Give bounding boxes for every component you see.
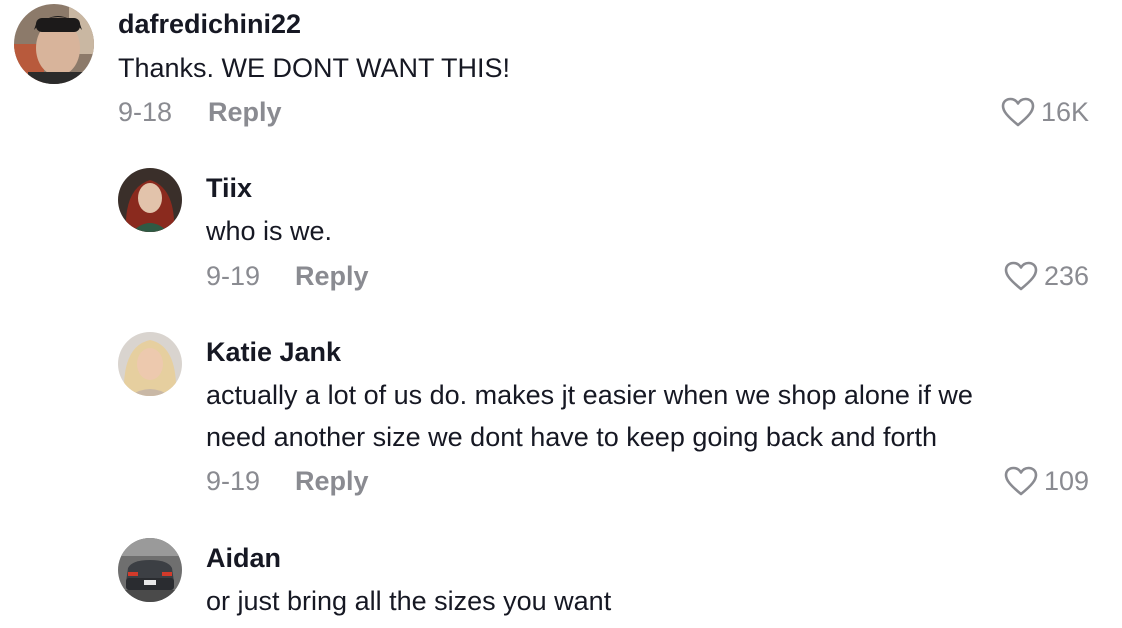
like-button[interactable]: 109: [1004, 465, 1089, 497]
username[interactable]: Aidan: [206, 542, 281, 574]
comment-text: need another size we dont have to keep g…: [206, 422, 938, 452]
username[interactable]: Tiix: [206, 172, 252, 204]
username[interactable]: Katie Jank: [206, 336, 341, 368]
comment-date: 9-19: [206, 466, 261, 496]
like-count: 16K: [1040, 97, 1089, 127]
heart-outline-icon: [1001, 97, 1035, 127]
reply-button[interactable]: Reply: [295, 465, 369, 497]
comment-text: who is we.: [206, 216, 333, 246]
like-button[interactable]: 16K: [1001, 96, 1089, 128]
avatar[interactable]: [118, 332, 182, 396]
reply-button[interactable]: Reply: [208, 96, 282, 128]
comment-date: 9-19: [206, 261, 261, 291]
reply-button[interactable]: Reply: [295, 260, 369, 292]
comment-text: Thanks. WE DONT WANT THIS!: [118, 53, 511, 83]
avatar[interactable]: [118, 538, 182, 602]
comment-text: actually a lot of us do. makes jt easier…: [206, 380, 973, 410]
like-count: 109: [1043, 466, 1089, 496]
like-button[interactable]: 236: [1004, 260, 1089, 292]
heart-outline-icon: [1004, 466, 1038, 496]
username[interactable]: dafredichini22: [118, 8, 301, 40]
heart-outline-icon: [1004, 261, 1038, 291]
avatar[interactable]: [118, 168, 182, 232]
comment-text: or just bring all the sizes you want: [206, 586, 612, 616]
comment-date: 9-18: [118, 97, 173, 127]
like-count: 236: [1043, 261, 1089, 291]
avatar[interactable]: [14, 4, 94, 84]
